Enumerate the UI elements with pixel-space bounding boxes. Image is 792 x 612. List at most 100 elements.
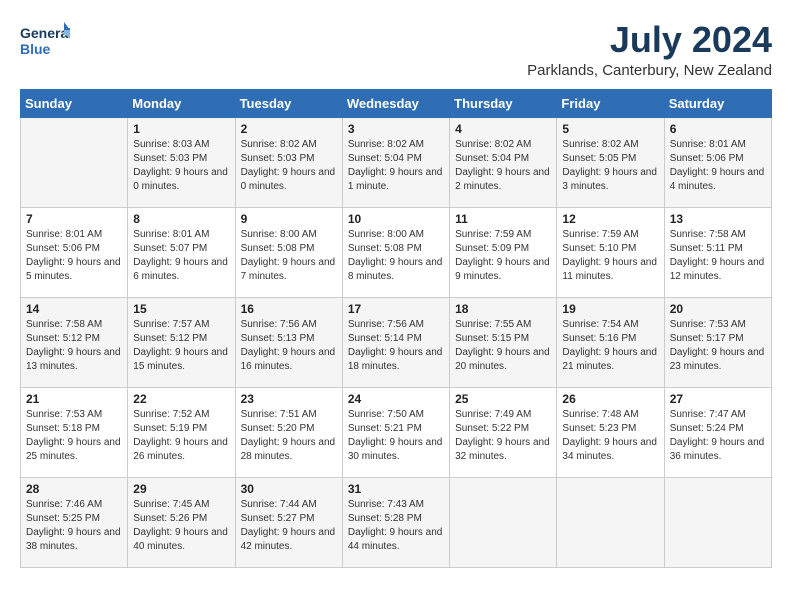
- week-row-4: 21 Sunrise: 7:53 AMSunset: 5:18 PMDaylig…: [21, 387, 772, 477]
- header-friday: Friday: [557, 89, 664, 117]
- day-number: 19: [562, 302, 658, 316]
- day-number: 18: [455, 302, 551, 316]
- title-block: July 2024 Parklands, Canterbury, New Zea…: [527, 20, 772, 79]
- calendar-cell: 29 Sunrise: 7:45 AMSunset: 5:26 PMDaylig…: [128, 477, 235, 567]
- day-number: 30: [241, 482, 337, 496]
- day-info: Sunrise: 7:46 AMSunset: 5:25 PMDaylight:…: [26, 498, 122, 554]
- day-info: Sunrise: 7:48 AMSunset: 5:23 PMDaylight:…: [562, 408, 658, 464]
- day-number: 12: [562, 212, 658, 226]
- calendar-cell: 20 Sunrise: 7:53 AMSunset: 5:17 PMDaylig…: [664, 297, 771, 387]
- day-number: 3: [348, 122, 444, 136]
- day-number: 22: [133, 392, 229, 406]
- day-number: 14: [26, 302, 122, 316]
- day-info: Sunrise: 8:00 AMSunset: 5:08 PMDaylight:…: [348, 228, 444, 284]
- day-info: Sunrise: 8:00 AMSunset: 5:08 PMDaylight:…: [241, 228, 337, 284]
- day-info: Sunrise: 7:56 AMSunset: 5:14 PMDaylight:…: [348, 318, 444, 374]
- day-number: 8: [133, 212, 229, 226]
- calendar-cell: 16 Sunrise: 7:56 AMSunset: 5:13 PMDaylig…: [235, 297, 342, 387]
- calendar-cell: 2 Sunrise: 8:02 AMSunset: 5:03 PMDayligh…: [235, 117, 342, 207]
- day-info: Sunrise: 7:45 AMSunset: 5:26 PMDaylight:…: [133, 498, 229, 554]
- day-number: 1: [133, 122, 229, 136]
- month-year-title: July 2024: [527, 20, 772, 60]
- day-info: Sunrise: 7:57 AMSunset: 5:12 PMDaylight:…: [133, 318, 229, 374]
- day-info: Sunrise: 7:58 AMSunset: 5:11 PMDaylight:…: [670, 228, 766, 284]
- day-info: Sunrise: 8:01 AMSunset: 5:06 PMDaylight:…: [26, 228, 122, 284]
- calendar-cell: 27 Sunrise: 7:47 AMSunset: 5:24 PMDaylig…: [664, 387, 771, 477]
- day-info: Sunrise: 7:53 AMSunset: 5:18 PMDaylight:…: [26, 408, 122, 464]
- calendar-cell: 18 Sunrise: 7:55 AMSunset: 5:15 PMDaylig…: [450, 297, 557, 387]
- calendar-cell: 15 Sunrise: 7:57 AMSunset: 5:12 PMDaylig…: [128, 297, 235, 387]
- calendar-cell: 7 Sunrise: 8:01 AMSunset: 5:06 PMDayligh…: [21, 207, 128, 297]
- day-info: Sunrise: 7:53 AMSunset: 5:17 PMDaylight:…: [670, 318, 766, 374]
- day-info: Sunrise: 7:51 AMSunset: 5:20 PMDaylight:…: [241, 408, 337, 464]
- calendar-cell: 31 Sunrise: 7:43 AMSunset: 5:28 PMDaylig…: [342, 477, 449, 567]
- day-info: Sunrise: 8:02 AMSunset: 5:05 PMDaylight:…: [562, 138, 658, 194]
- day-number: 21: [26, 392, 122, 406]
- calendar-cell: [664, 477, 771, 567]
- calendar-cell: [557, 477, 664, 567]
- calendar-cell: [21, 117, 128, 207]
- day-info: Sunrise: 7:56 AMSunset: 5:13 PMDaylight:…: [241, 318, 337, 374]
- calendar-cell: 13 Sunrise: 7:58 AMSunset: 5:11 PMDaylig…: [664, 207, 771, 297]
- day-number: 29: [133, 482, 229, 496]
- calendar-cell: 24 Sunrise: 7:50 AMSunset: 5:21 PMDaylig…: [342, 387, 449, 477]
- calendar-cell: 1 Sunrise: 8:03 AMSunset: 5:03 PMDayligh…: [128, 117, 235, 207]
- calendar-cell: 30 Sunrise: 7:44 AMSunset: 5:27 PMDaylig…: [235, 477, 342, 567]
- day-info: Sunrise: 8:02 AMSunset: 5:04 PMDaylight:…: [455, 138, 551, 194]
- day-number: 6: [670, 122, 766, 136]
- day-info: Sunrise: 8:03 AMSunset: 5:03 PMDaylight:…: [133, 138, 229, 194]
- svg-text:General: General: [20, 25, 70, 41]
- day-number: 15: [133, 302, 229, 316]
- day-number: 20: [670, 302, 766, 316]
- day-number: 13: [670, 212, 766, 226]
- calendar-cell: 11 Sunrise: 7:59 AMSunset: 5:09 PMDaylig…: [450, 207, 557, 297]
- header-saturday: Saturday: [664, 89, 771, 117]
- calendar-cell: 5 Sunrise: 8:02 AMSunset: 5:05 PMDayligh…: [557, 117, 664, 207]
- calendar-cell: 21 Sunrise: 7:53 AMSunset: 5:18 PMDaylig…: [21, 387, 128, 477]
- calendar-cell: 14 Sunrise: 7:58 AMSunset: 5:12 PMDaylig…: [21, 297, 128, 387]
- day-number: 23: [241, 392, 337, 406]
- day-number: 17: [348, 302, 444, 316]
- day-number: 11: [455, 212, 551, 226]
- header-monday: Monday: [128, 89, 235, 117]
- header-wednesday: Wednesday: [342, 89, 449, 117]
- calendar-cell: 3 Sunrise: 8:02 AMSunset: 5:04 PMDayligh…: [342, 117, 449, 207]
- calendar-cell: 6 Sunrise: 8:01 AMSunset: 5:06 PMDayligh…: [664, 117, 771, 207]
- week-row-1: 1 Sunrise: 8:03 AMSunset: 5:03 PMDayligh…: [21, 117, 772, 207]
- calendar-cell: 9 Sunrise: 8:00 AMSunset: 5:08 PMDayligh…: [235, 207, 342, 297]
- calendar-cell: 8 Sunrise: 8:01 AMSunset: 5:07 PMDayligh…: [128, 207, 235, 297]
- calendar-cell: 25 Sunrise: 7:49 AMSunset: 5:22 PMDaylig…: [450, 387, 557, 477]
- day-info: Sunrise: 7:50 AMSunset: 5:21 PMDaylight:…: [348, 408, 444, 464]
- day-info: Sunrise: 8:01 AMSunset: 5:06 PMDaylight:…: [670, 138, 766, 194]
- day-number: 25: [455, 392, 551, 406]
- calendar-cell: 23 Sunrise: 7:51 AMSunset: 5:20 PMDaylig…: [235, 387, 342, 477]
- day-info: Sunrise: 7:59 AMSunset: 5:10 PMDaylight:…: [562, 228, 658, 284]
- day-number: 9: [241, 212, 337, 226]
- day-number: 10: [348, 212, 444, 226]
- day-info: Sunrise: 7:47 AMSunset: 5:24 PMDaylight:…: [670, 408, 766, 464]
- day-info: Sunrise: 7:59 AMSunset: 5:09 PMDaylight:…: [455, 228, 551, 284]
- header-tuesday: Tuesday: [235, 89, 342, 117]
- day-info: Sunrise: 7:44 AMSunset: 5:27 PMDaylight:…: [241, 498, 337, 554]
- day-number: 2: [241, 122, 337, 136]
- calendar-cell: 12 Sunrise: 7:59 AMSunset: 5:10 PMDaylig…: [557, 207, 664, 297]
- calendar-cell: 26 Sunrise: 7:48 AMSunset: 5:23 PMDaylig…: [557, 387, 664, 477]
- day-number: 5: [562, 122, 658, 136]
- logo: General Blue: [20, 20, 70, 62]
- calendar-cell: 19 Sunrise: 7:54 AMSunset: 5:16 PMDaylig…: [557, 297, 664, 387]
- day-info: Sunrise: 8:02 AMSunset: 5:04 PMDaylight:…: [348, 138, 444, 194]
- logo-svg: General Blue: [20, 20, 70, 62]
- location-subtitle: Parklands, Canterbury, New Zealand: [527, 62, 772, 79]
- day-number: 28: [26, 482, 122, 496]
- day-number: 26: [562, 392, 658, 406]
- calendar-cell: 17 Sunrise: 7:56 AMSunset: 5:14 PMDaylig…: [342, 297, 449, 387]
- day-info: Sunrise: 7:52 AMSunset: 5:19 PMDaylight:…: [133, 408, 229, 464]
- day-number: 27: [670, 392, 766, 406]
- day-info: Sunrise: 7:49 AMSunset: 5:22 PMDaylight:…: [455, 408, 551, 464]
- calendar-cell: 22 Sunrise: 7:52 AMSunset: 5:19 PMDaylig…: [128, 387, 235, 477]
- day-info: Sunrise: 7:55 AMSunset: 5:15 PMDaylight:…: [455, 318, 551, 374]
- day-number: 24: [348, 392, 444, 406]
- day-info: Sunrise: 8:02 AMSunset: 5:03 PMDaylight:…: [241, 138, 337, 194]
- calendar-cell: 4 Sunrise: 8:02 AMSunset: 5:04 PMDayligh…: [450, 117, 557, 207]
- header-thursday: Thursday: [450, 89, 557, 117]
